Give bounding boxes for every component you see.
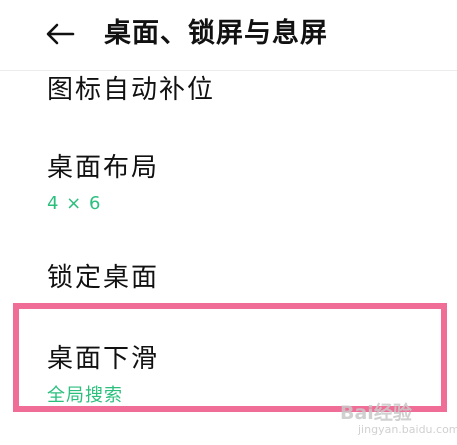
- app-header: 桌面、锁屏与息屏: [0, 0, 457, 64]
- setting-auto-fill-icons[interactable]: 图标自动补位: [0, 72, 457, 112]
- header-divider: [0, 70, 457, 71]
- setting-lock-desktop[interactable]: 锁定桌面: [0, 250, 457, 302]
- back-button[interactable]: [40, 14, 80, 54]
- setting-label: 锁定桌面: [47, 263, 160, 293]
- arrow-left-icon: [46, 23, 75, 45]
- page-title: 桌面、锁屏与息屏: [104, 18, 328, 49]
- setting-desktop-swipe-down[interactable]: 桌面下滑 全局搜索: [0, 330, 457, 410]
- watermark-url: jingyan.baidu.com: [358, 423, 457, 436]
- setting-label: 桌面下滑: [47, 344, 160, 374]
- setting-label: 桌面布局: [47, 153, 160, 183]
- setting-value: 4 × 6: [47, 193, 102, 214]
- setting-desktop-layout[interactable]: 桌面布局 4 × 6: [0, 140, 457, 224]
- setting-value: 全局搜索: [47, 385, 123, 406]
- setting-label: 图标自动补位: [47, 75, 216, 105]
